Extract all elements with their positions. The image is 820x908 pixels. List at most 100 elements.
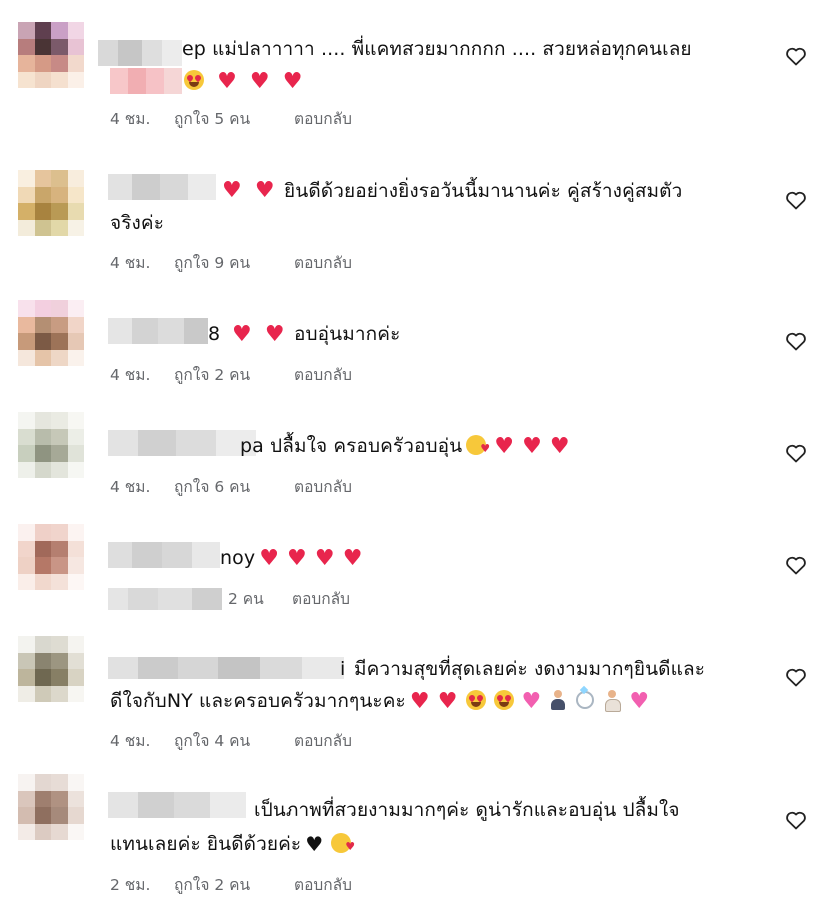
likes-count[interactable]: ถูกใจ 6 คน: [174, 476, 294, 498]
comment-text-line2: แทนเลยค่ะ ยินดีด้วยค่ะ ♥ ♥: [110, 828, 760, 860]
username-blurred[interactable]: [108, 792, 246, 818]
heart-outline-icon[interactable]: [784, 441, 808, 465]
comment-body: เป็นภาพที่สวยงามมากๆค่ะ ดูน่ารักและอบอุ่…: [254, 799, 680, 821]
comment-meta: 2 ชม. ถูกใจ 2 คน ตอบกลับ: [110, 874, 414, 896]
comment-body: มีความสุขที่สุดเลยค่ะ งดงามมากๆยินดีและ: [354, 658, 706, 680]
comment-text: มีความสุขที่สุดเลยค่ะ งดงามมากๆยินดีและ: [354, 653, 774, 685]
likes-count[interactable]: ถูกใจ 5 คน: [174, 108, 294, 130]
comment-text: ep แม่ปลาาาาา .... พี่แคทสวยมากกกก .... …: [182, 33, 782, 65]
comment-time: 4 ชม.: [110, 732, 151, 750]
smiling-face-with-hearts-icon: ♥: [466, 435, 490, 455]
comment-7: เป็นภาพที่สวยงามมากๆค่ะ ดูน่ารักและอบอุ่…: [0, 774, 820, 894]
comment-time: 4 ชม.: [110, 366, 151, 384]
heart-outline-icon[interactable]: [784, 665, 808, 689]
black-heart-icon: ♥: [305, 832, 324, 856]
comment-2: ♥ ♥ ยินดีด้วยอย่างยิ่งรอวันนี้มานานค่ะ ค…: [0, 170, 820, 280]
red-heart-icon: ♥: [494, 434, 515, 459]
comment-3: 8 ♥ ♥ อบอุ่นมากค่ะ 4 ชม. ถูกใจ 2 คน ตอบก…: [0, 300, 820, 400]
emoji-row: ♥ ♥: [228, 319, 289, 351]
comment-4: pa ปลื้มใจ ครอบครัวอบอุ่น ♥ ♥ ♥ ♥ 4 ชม. ถูกใ…: [0, 412, 820, 512]
avatar[interactable]: [18, 774, 84, 840]
red-heart-icon: ♥: [314, 546, 335, 571]
comment-meta: 4 ชม. ถูกใจ 2 คน ตอบกลับ: [110, 364, 414, 386]
comment-text: ยินดีด้วยอย่างยิ่งรอวันนี้มานานค่ะ คู่สร…: [284, 175, 764, 207]
pink-heart-icon: ♥: [629, 689, 650, 714]
smiling-face-with-heart-eyes-icon: [493, 690, 514, 710]
username-blurred[interactable]: [98, 40, 182, 66]
comment-body-line2: แทนเลยค่ะ ยินดีด้วยค่ะ: [110, 833, 302, 855]
comment-1: ep แม่ปลาาาาา .... พี่แคทสวยมากกกก .... …: [0, 22, 820, 142]
avatar[interactable]: [18, 524, 84, 590]
comment-text: เป็นภาพที่สวยงามมากๆค่ะ ดูน่ารักและอบอุ่…: [254, 794, 774, 826]
comment-body-line2: ดีใจกับNY และครอบครัวมากๆนะคะ: [110, 690, 406, 712]
username-blurred[interactable]: [108, 318, 208, 344]
avatar[interactable]: [18, 22, 84, 88]
heart-outline-icon[interactable]: [784, 188, 808, 212]
comment-body: pa ปลื้มใจ ครอบครัวอบอุ่น: [240, 435, 463, 457]
comment-body-line2: จริงค่ะ: [110, 212, 165, 234]
likes-count[interactable]: ถูกใจ 9 คน: [174, 252, 294, 274]
smiling-face-with-hearts-icon: ♥: [331, 833, 355, 853]
reply-button[interactable]: ตอบกลับ: [292, 588, 412, 610]
comment-time: 2 ชม.: [110, 876, 151, 894]
emoji-row: ♥ ♥: [218, 175, 279, 207]
reply-button[interactable]: ตอบกลับ: [294, 108, 414, 130]
comment-meta: 4 ชม. ถูกใจ 9 คน ตอบกลับ: [110, 252, 414, 274]
red-heart-icon: ♥: [222, 178, 242, 203]
red-heart-icon: ♥: [287, 546, 307, 571]
reply-button[interactable]: ตอบกลับ: [294, 874, 414, 896]
red-heart-icon: ♥: [549, 434, 570, 459]
comment-body: ยินดีด้วยอย่างยิ่งรอวันนี้มานานค่ะ คู่สร…: [284, 180, 683, 202]
comment-text: อบอุ่นมากค่ะ: [294, 318, 594, 350]
comment-meta: 4 ชม. ถูกใจ 5 คน ตอบกลับ: [110, 108, 414, 130]
bride-icon: [604, 690, 622, 712]
avatar[interactable]: [18, 300, 84, 366]
username-blurred[interactable]: [108, 657, 344, 679]
comment-time: 4 ชม.: [110, 254, 151, 272]
red-heart-icon: ♥: [259, 546, 280, 571]
avatar[interactable]: [18, 412, 84, 478]
comment-text-line2: ดีใจกับNY และครอบครัวมากๆนะคะ ♥ ♥ ♥ ♥: [110, 685, 790, 718]
red-heart-icon: ♥: [217, 69, 237, 94]
comment-body: noy: [220, 547, 256, 569]
avatar[interactable]: [18, 636, 84, 702]
smiling-face-with-heart-eyes-icon: [184, 70, 204, 90]
red-heart-icon: ♥: [342, 546, 363, 571]
heart-outline-icon[interactable]: [784, 808, 808, 832]
red-heart-icon: ♥: [437, 689, 458, 714]
red-heart-icon: ♥: [254, 178, 275, 203]
comment-time: 4 ชม.: [110, 478, 151, 496]
red-heart-icon: ♥: [232, 322, 252, 347]
comment-text: pa ปลื้มใจ ครอบครัวอบอุ่น ♥ ♥ ♥ ♥: [240, 430, 720, 463]
heart-outline-icon[interactable]: [784, 329, 808, 353]
reply-button[interactable]: ตอบกลับ: [294, 730, 414, 752]
comment-body: อบอุ่นมากค่ะ: [294, 323, 401, 345]
reply-button[interactable]: ตอบกลับ: [294, 252, 414, 274]
heart-outline-icon[interactable]: [784, 553, 808, 577]
comment-5: noy ♥ ♥ ♥ ♥ 2 คน ตอบกลับ: [0, 524, 820, 624]
username-blurred[interactable]: [108, 542, 220, 568]
reply-button[interactable]: ตอบกลับ: [294, 476, 414, 498]
comment-prefix: 8: [208, 323, 221, 345]
comment-time: 4 ชม.: [110, 110, 151, 128]
reply-button[interactable]: ตอบกลับ: [294, 364, 414, 386]
comment-text-line2: จริงค่ะ: [110, 207, 760, 239]
red-heart-icon: ♥: [264, 322, 285, 347]
comment-body: ep แม่ปลาาาาา .... พี่แคทสวยมากกกก .... …: [182, 38, 692, 60]
red-heart-icon: ♥: [249, 69, 270, 94]
comment-meta: 4 ชม. ถูกใจ 6 คน ตอบกลับ: [110, 476, 414, 498]
username-blurred-2: [110, 68, 182, 94]
heart-outline-icon[interactable]: [784, 44, 808, 68]
likes-count[interactable]: ถูกใจ 4 คน: [174, 730, 294, 752]
ring-icon: [576, 691, 595, 709]
pink-heart-icon: ♥: [521, 689, 542, 714]
comment-6: i มีความสุขที่สุดเลยค่ะ งดงามมากๆยินดีแล…: [0, 636, 820, 756]
emoji-row: ♥ ♥ ♥: [180, 66, 306, 98]
likes-count[interactable]: 2 คน: [228, 588, 292, 610]
meta-blurred: [108, 588, 222, 610]
likes-count[interactable]: ถูกใจ 2 คน: [174, 874, 294, 896]
likes-count[interactable]: ถูกใจ 2 คน: [174, 364, 294, 386]
username-blurred[interactable]: [108, 430, 256, 456]
avatar[interactable]: [18, 170, 84, 236]
username-blurred[interactable]: [108, 174, 216, 200]
